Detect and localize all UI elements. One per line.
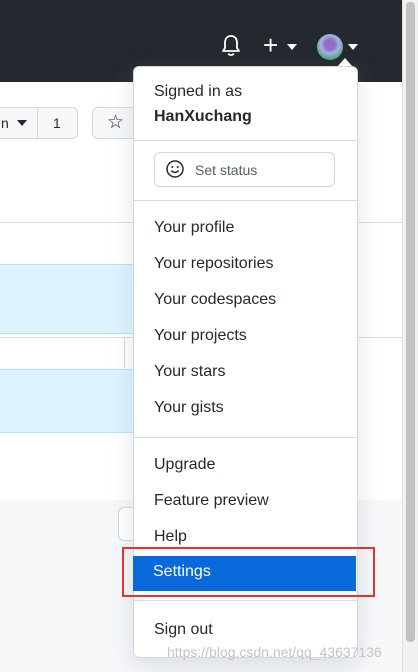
annotation-highlight-box bbox=[122, 547, 375, 597]
highlighted-row bbox=[0, 369, 135, 433]
watermark: https://blog.csdn.net/qq_43637136 bbox=[167, 644, 382, 660]
menu-item-feature-preview[interactable]: Feature preview bbox=[134, 485, 357, 518]
chevron-down-icon bbox=[348, 44, 358, 50]
menu-item-your-stars[interactable]: Your stars bbox=[134, 356, 357, 389]
watch-button[interactable]: n 1 bbox=[0, 107, 78, 139]
sign-out-button[interactable]: Sign out bbox=[134, 614, 357, 647]
menu-item-upgrade[interactable]: Upgrade bbox=[134, 449, 357, 482]
watch-label-fragment: n bbox=[1, 115, 9, 131]
plus-icon: + bbox=[263, 30, 279, 60]
vertical-scrollbar[interactable] bbox=[402, 0, 418, 672]
menu-item-your-gists[interactable]: Your gists bbox=[134, 392, 357, 425]
set-status-label: Set status bbox=[195, 162, 258, 178]
chevron-down-icon bbox=[17, 120, 27, 126]
scrollbar-thumb[interactable] bbox=[406, 2, 415, 642]
set-status-button[interactable]: Set status bbox=[154, 152, 335, 187]
divider bbox=[134, 140, 357, 141]
watch-count[interactable]: 1 bbox=[53, 115, 61, 131]
star-icon: ☆ bbox=[107, 112, 125, 133]
highlighted-row bbox=[0, 264, 135, 334]
smiley-icon bbox=[166, 160, 184, 178]
avatar bbox=[317, 34, 343, 60]
chevron-down-icon bbox=[287, 44, 297, 50]
menu-item-your-profile[interactable]: Your profile bbox=[134, 212, 357, 245]
bell-icon[interactable] bbox=[220, 34, 242, 58]
username: HanXuchang bbox=[154, 108, 252, 125]
divider bbox=[134, 600, 357, 601]
signed-in-label: Signed in as bbox=[154, 83, 243, 100]
create-new-button[interactable]: + bbox=[263, 32, 299, 58]
user-menu-button[interactable] bbox=[314, 34, 362, 60]
divider bbox=[37, 108, 38, 138]
divider bbox=[134, 200, 357, 201]
menu-item-your-codespaces[interactable]: Your codespaces bbox=[134, 284, 357, 317]
menu-item-your-repositories[interactable]: Your repositories bbox=[134, 248, 357, 281]
divider bbox=[134, 437, 357, 438]
menu-item-your-projects[interactable]: Your projects bbox=[134, 320, 357, 353]
divider bbox=[124, 338, 125, 368]
